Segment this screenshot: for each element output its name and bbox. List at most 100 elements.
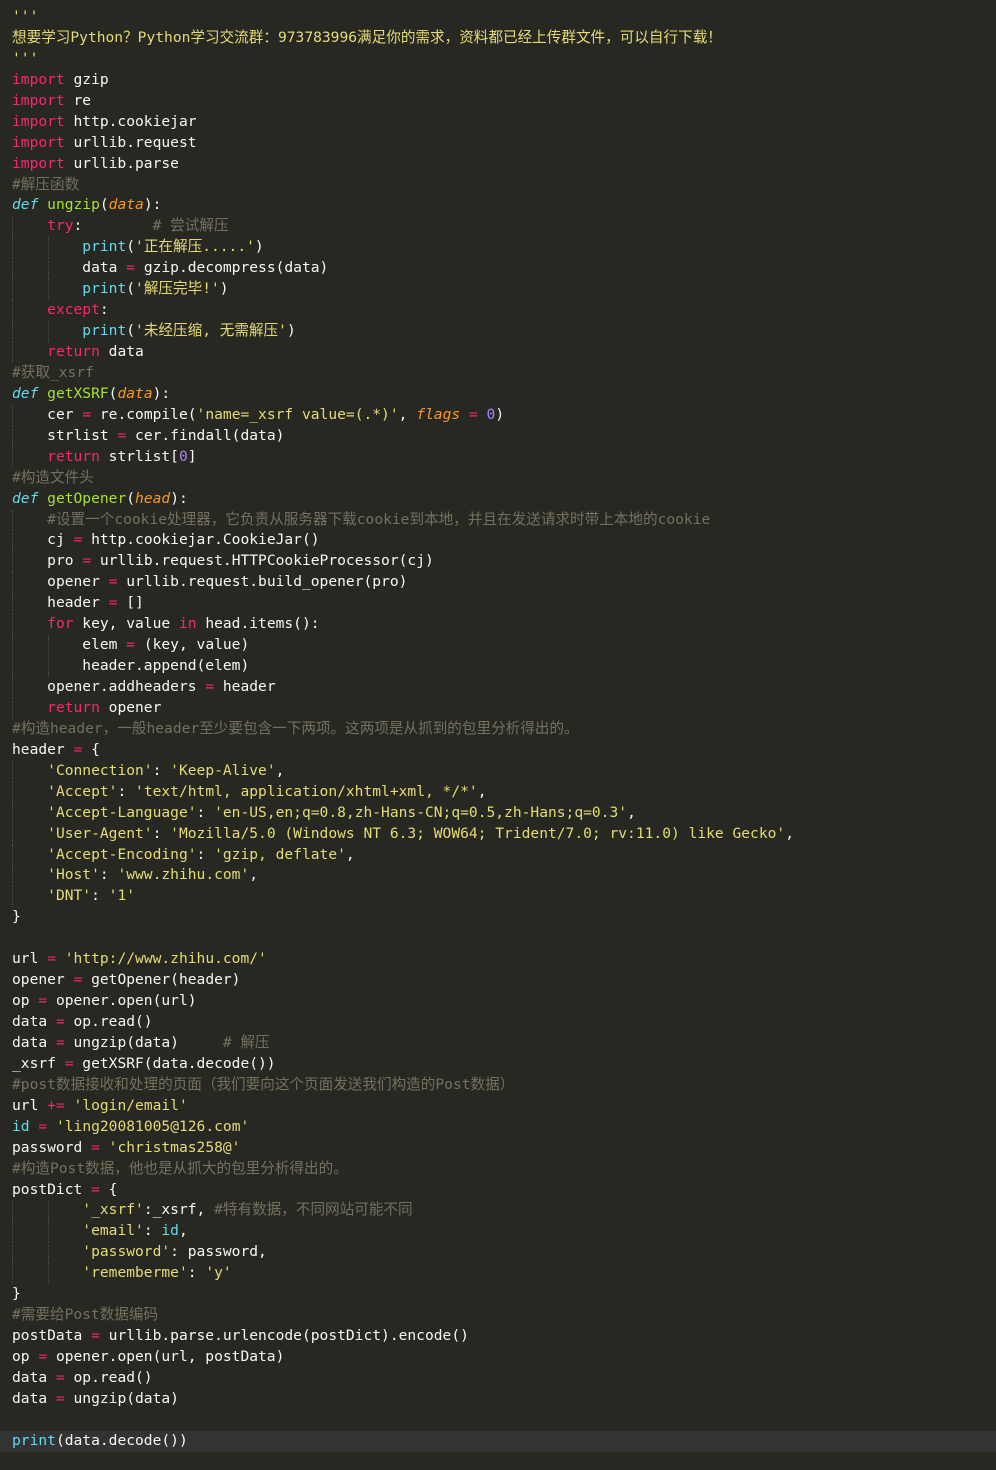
code-token: import bbox=[12, 133, 65, 151]
code-token: = bbox=[91, 1138, 100, 1156]
code-line[interactable]: 'Accept-Language': 'en-US,en;q=0.8,zh-Ha… bbox=[0, 802, 996, 824]
code-line[interactable]: data = ungzip(data) # 解压 bbox=[0, 1033, 996, 1054]
code-token: 'http://www.zhihu.com/' bbox=[64, 950, 267, 968]
code-token: 'Accept' bbox=[47, 782, 118, 800]
code-line[interactable]: url = 'http://www.zhihu.com/' bbox=[0, 949, 996, 970]
code-line[interactable]: import re bbox=[0, 91, 996, 112]
code-token: , bbox=[345, 845, 355, 863]
code-line[interactable]: #post数据接收和处理的页面（我们要向这个页面发送我们构造的Post数据） bbox=[0, 1075, 996, 1096]
code-line[interactable]: #构造header，一般header至少要包含一下两项。这两项是从抓到的包里分析… bbox=[0, 719, 996, 740]
code-line[interactable]: return opener bbox=[0, 697, 996, 719]
code-line[interactable]: print(data.decode()) bbox=[0, 1430, 996, 1452]
code-token: = bbox=[73, 740, 83, 758]
code-line[interactable]: print('正在解压.....') bbox=[0, 237, 996, 259]
code-token: ( bbox=[126, 489, 136, 507]
code-line[interactable] bbox=[0, 1410, 996, 1431]
code-line[interactable]: postData = urllib.parse.urlencode(postDi… bbox=[0, 1326, 996, 1347]
code-token: head.items(): bbox=[196, 615, 320, 633]
code-line[interactable]: _xsrf = getXSRF(data.decode()) bbox=[0, 1054, 996, 1075]
code-line[interactable]: except: bbox=[0, 300, 996, 322]
code-line[interactable]: def getOpener(head): bbox=[0, 489, 996, 510]
code-line[interactable]: 'email': id, bbox=[0, 1221, 996, 1243]
code-line[interactable] bbox=[0, 928, 996, 949]
code-line[interactable]: cj = http.cookiejar.CookieJar() bbox=[0, 530, 996, 552]
code-line[interactable]: } bbox=[0, 1284, 996, 1305]
code-line[interactable]: return data bbox=[0, 342, 996, 363]
code-token: = bbox=[205, 678, 215, 695]
code-line[interactable]: op = opener.open(url) bbox=[0, 991, 996, 1012]
code-line[interactable]: 'rememberme': 'y' bbox=[0, 1263, 996, 1285]
code-line[interactable]: def getXSRF(data): bbox=[0, 384, 996, 405]
code-line[interactable]: } bbox=[0, 907, 996, 928]
code-line[interactable]: strlist = cer.findall(data) bbox=[0, 425, 996, 447]
code-token: op bbox=[12, 1348, 39, 1365]
code-line[interactable]: opener.addheaders = header bbox=[0, 677, 996, 698]
code-line[interactable]: 'User-Agent': 'Mozilla/5.0 (Windows NT 6… bbox=[0, 823, 996, 845]
indent-guide bbox=[12, 656, 13, 677]
code-line[interactable]: #构造文件头 bbox=[0, 468, 996, 489]
code-line[interactable]: password = 'christmas258@' bbox=[0, 1138, 996, 1159]
code-line[interactable]: header = { bbox=[0, 740, 996, 761]
code-token: 'User-Agent' bbox=[47, 824, 153, 842]
code-token: = bbox=[73, 971, 83, 989]
code-line[interactable]: #构造Post数据，他也是从抓大的包里分析得出的。 bbox=[0, 1159, 996, 1180]
code-line[interactable]: data = op.read() bbox=[0, 1012, 996, 1033]
code-line[interactable]: print('未经压缩, 无需解压') bbox=[0, 321, 996, 342]
code-line[interactable]: import gzip bbox=[0, 70, 996, 91]
code-line[interactable]: 'DNT': '1' bbox=[0, 886, 996, 908]
code-token: ): bbox=[170, 489, 188, 507]
code-line[interactable]: 'Host': 'www.zhihu.com', bbox=[0, 865, 996, 887]
code-line[interactable]: cer = re.compile('name=_xsrf value=(.*)'… bbox=[0, 404, 996, 426]
code-line[interactable]: ''' bbox=[0, 49, 996, 70]
code-line[interactable]: #解压函数 bbox=[0, 175, 996, 196]
code-token: 'www.zhihu.com' bbox=[117, 866, 250, 884]
code-line[interactable]: return strlist[0] bbox=[0, 446, 996, 468]
code-line[interactable]: try: # 尝试解压 bbox=[0, 216, 996, 238]
code-line[interactable]: data = ungzip(data) bbox=[0, 1389, 996, 1410]
code-line[interactable]: import urllib.parse bbox=[0, 154, 996, 175]
code-token: for bbox=[47, 615, 74, 633]
code-line[interactable]: #需要给Post数据编码 bbox=[0, 1305, 996, 1326]
code-line[interactable]: for key, value in head.items(): bbox=[0, 614, 996, 636]
code-line[interactable]: 想要学习Python？Python学习交流群：973783996满足你的需求，资… bbox=[0, 28, 996, 49]
code-editor[interactable]: ''' 想要学习Python？Python学习交流群：973783996满足你的需… bbox=[0, 0, 996, 1470]
code-line[interactable]: postDict = { bbox=[0, 1180, 996, 1201]
code-line[interactable]: pro = urllib.request.HTTPCookieProcessor… bbox=[0, 551, 996, 573]
code-token: '解压完毕!' bbox=[135, 280, 220, 298]
code-line[interactable]: 'Accept': 'text/html, application/xhtml+… bbox=[0, 781, 996, 803]
code-line[interactable]: opener = urllib.request.build_opener(pro… bbox=[0, 572, 996, 594]
code-token: : bbox=[152, 824, 171, 842]
code-line[interactable]: 'Connection': 'Keep-Alive', bbox=[0, 760, 996, 782]
indent-guide bbox=[12, 593, 13, 615]
code-line[interactable]: op = opener.open(url, postData) bbox=[0, 1347, 996, 1368]
code-line[interactable]: def ungzip(data): bbox=[0, 195, 996, 216]
code-token: id bbox=[161, 1222, 179, 1240]
code-line[interactable]: 'password': password, bbox=[0, 1242, 996, 1264]
code-line[interactable]: data = op.read() bbox=[0, 1368, 996, 1389]
code-line[interactable]: import http.cookiejar bbox=[0, 112, 996, 133]
code-line[interactable]: #获取_xsrf bbox=[0, 363, 996, 384]
code-line[interactable]: data = gzip.decompress(data) bbox=[0, 258, 996, 280]
indent-guide bbox=[12, 844, 13, 866]
code-line[interactable]: import urllib.request bbox=[0, 133, 996, 154]
code-line[interactable]: id = 'ling20081005@126.com' bbox=[0, 1117, 996, 1138]
code-line[interactable]: header.append(elem) bbox=[0, 656, 996, 677]
code-token: ): bbox=[152, 384, 171, 402]
code-line[interactable]: url += 'login/email' bbox=[0, 1096, 996, 1117]
code-line[interactable]: '_xsrf':_xsrf, #特有数据，不同网站可能不同 bbox=[0, 1200, 996, 1222]
code-token: def bbox=[12, 489, 39, 507]
code-line[interactable]: ''' bbox=[0, 7, 996, 28]
code-line[interactable]: opener = getOpener(header) bbox=[0, 970, 996, 991]
code-token: key, value bbox=[73, 615, 179, 633]
code-line[interactable]: #设置一个cookie处理器，它负责从服务器下载cookie到本地，并且在发送请… bbox=[0, 509, 996, 531]
indent-guide bbox=[12, 404, 13, 426]
code-line[interactable]: print('解压完毕!') bbox=[0, 279, 996, 301]
code-line[interactable]: elem = (key, value) bbox=[0, 635, 996, 657]
code-line[interactable]: header = [] bbox=[0, 593, 996, 615]
code-token: print bbox=[82, 238, 127, 256]
code-token: #构造header，一般header至少要包含一下两项。这两项是从抓到的包里分析… bbox=[12, 719, 579, 737]
code-line[interactable]: 'Accept-Encoding': 'gzip, deflate', bbox=[0, 844, 996, 866]
